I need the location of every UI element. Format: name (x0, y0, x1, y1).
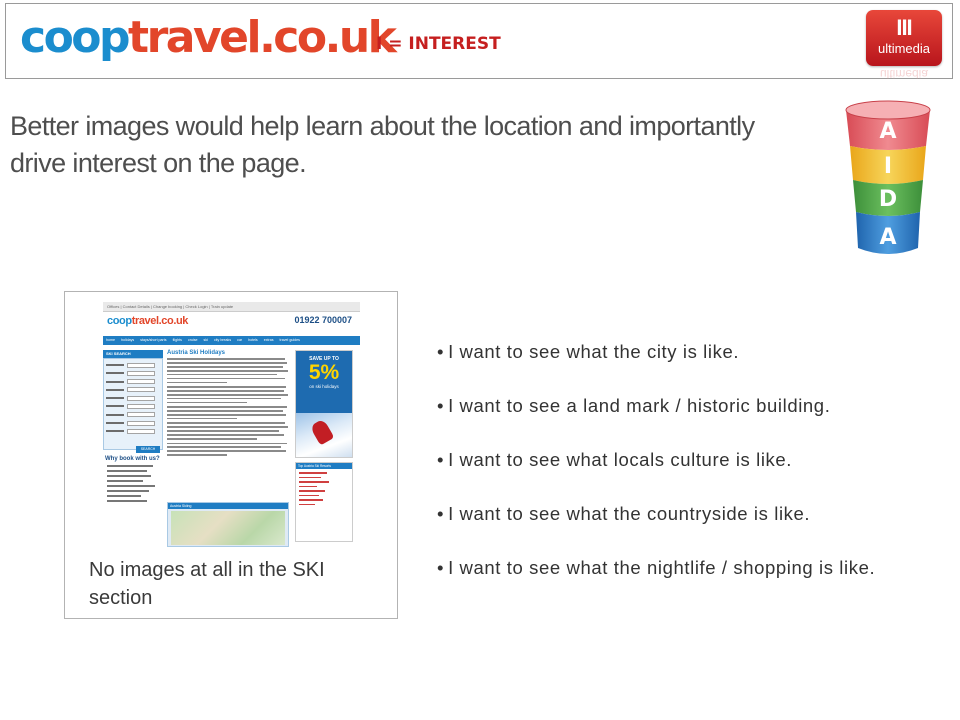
site-ski-search-heading: SKI SEARCH (103, 350, 163, 358)
bullet-icon: • (437, 341, 445, 362)
site-search-button: SEARCH (136, 445, 160, 453)
ultimedia-logo: III ultimedia ultimedia (866, 10, 946, 82)
site-main-title: Austria Ski Holidays (167, 350, 226, 356)
site-nav-item: flights (172, 338, 182, 342)
site-promo-banner: SAVE UP TO 5% on ski holidays (295, 350, 353, 458)
bullet-icon: • (437, 557, 445, 578)
site-nav-item: city breaks (213, 338, 232, 342)
site-nav-item: home (106, 338, 115, 342)
site-ski-search-panel: SKI SEARCH SEARCH Why book with us? (103, 350, 163, 547)
bullet-item: • I want to see what locals culture is li… (437, 447, 937, 472)
site-promo-skier-image (296, 413, 352, 457)
site-nav-item: hotels (248, 338, 258, 342)
interest-bullet-list: • I want to see what the city is like. • I… (437, 339, 937, 609)
slide-section-tag: I = INTEREST (376, 34, 501, 54)
bullet-text: I want to see what locals culture is lik… (448, 449, 793, 470)
bullet-item: • I want to see what the city is like. (437, 339, 937, 364)
bullet-icon: • (437, 449, 445, 470)
ultimedia-wordmark: ultimedia (877, 41, 931, 56)
logo-part-travel: travel.co.uk (128, 12, 397, 63)
site-nav-item: stays/short parts (140, 338, 167, 342)
site-body-text (167, 358, 291, 456)
site-logo: cooptravel.co.uk (107, 315, 189, 327)
site-screenshot: Offices | Contact Details | Change booki… (103, 302, 360, 547)
bullet-text: I want to see what the nightlife / shopp… (448, 557, 876, 578)
aida-funnel: A I D A (845, 100, 931, 254)
site-promo-value: 5% (308, 361, 340, 384)
site-phone: 01922 700007 (294, 315, 352, 325)
logo-part-coop: coop (20, 12, 131, 63)
site-why-book-heading: Why book with us? (105, 456, 160, 462)
site-nav-item: cruise (187, 338, 198, 342)
site-promo-line2: on ski holidays (309, 384, 339, 389)
bullet-text: I want to see a land mark / historic bui… (448, 395, 831, 416)
aida-layer-attention: A (845, 100, 931, 150)
bullet-icon: • (437, 395, 445, 416)
bullet-icon: • (437, 503, 445, 524)
ultimedia-mark-icon: III (896, 15, 912, 40)
aida-letter-action: A (879, 225, 896, 250)
site-nav-item: extras (263, 338, 274, 342)
aida-letter-attention: A (879, 119, 896, 144)
bullet-item: • I want to see what the countryside is l… (437, 501, 937, 526)
site-screenshot-frame: Offices | Contact Details | Change booki… (64, 291, 398, 619)
ultimedia-logo-reflection: ultimedia (879, 67, 929, 81)
site-utility-bar: Offices | Contact Details | Change booki… (103, 302, 360, 312)
site-resorts-heading: Top Austria Ski Resorts (296, 463, 352, 469)
bullet-text: I want to see what the countryside is li… (448, 503, 811, 524)
site-nav-bar: home holidays stays/short parts flights … (103, 336, 360, 345)
bullet-item: • I want to see a land mark / historic bu… (437, 393, 937, 418)
site-map-image (171, 511, 285, 545)
site-resorts-panel: Top Austria Ski Resorts (295, 462, 353, 542)
aida-letter-interest: I (884, 154, 892, 179)
skier-icon (309, 418, 335, 446)
bullet-text: I want to see what the city is like. (448, 341, 740, 362)
coop-travel-logo[interactable]: cooptravel.co.uk (20, 8, 397, 68)
site-main-content: Austria Ski Holidays Austria Skiing (167, 350, 291, 547)
screenshot-caption: No images at all in the SKI section (89, 559, 325, 609)
site-nav-item: ski (203, 338, 208, 342)
aida-layer-desire: D (853, 180, 923, 216)
site-map-heading: Austria Skiing (168, 503, 288, 509)
slide-headline: Better images would help learn about the… (10, 111, 755, 178)
site-nav-item: car (237, 338, 243, 342)
header-banner: cooptravel.co.uk I = INTEREST III ultime… (5, 3, 953, 82)
aida-letter-desire: D (879, 187, 897, 212)
site-nav-item: travel guides (279, 338, 300, 342)
site-nav-item: holidays (121, 338, 135, 342)
aida-layer-interest: I (850, 146, 926, 184)
site-why-book-list (103, 465, 163, 502)
bullet-item: • I want to see what the nightlife / shop… (437, 555, 937, 580)
site-ski-search-form: SEARCH (103, 358, 163, 453)
aida-layer-action: A (856, 212, 920, 254)
site-map-panel: Austria Skiing (167, 502, 289, 547)
